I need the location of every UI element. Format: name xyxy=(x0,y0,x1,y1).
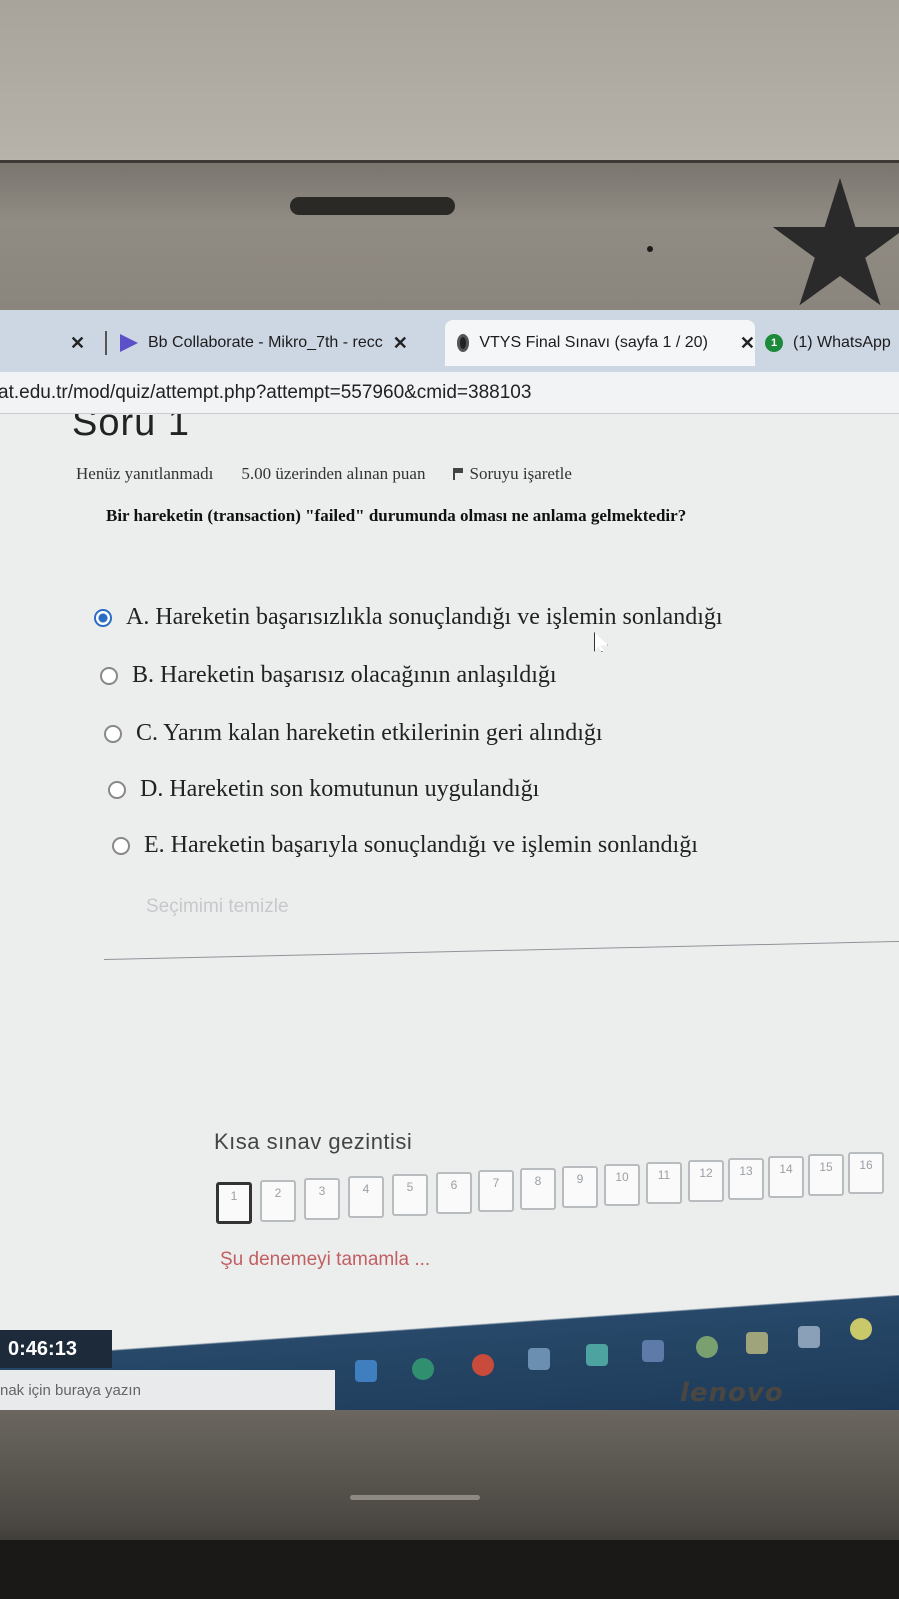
edge-icon[interactable] xyxy=(412,1358,434,1380)
network-icon[interactable] xyxy=(798,1326,820,1348)
nav-question-12[interactable]: 12 xyxy=(688,1160,724,1202)
nav-question-3[interactable]: 3 xyxy=(304,1178,340,1220)
question-info: Henüz yanıtlanmadı 5.00 üzerinden alınan… xyxy=(76,464,572,484)
tab-whatsapp[interactable]: 1 (1) WhatsApp xyxy=(765,320,899,366)
notification-icon[interactable] xyxy=(850,1318,872,1340)
answer-label: C. Yarım kalan hareketin etkilerinin ger… xyxy=(136,720,603,746)
tab-vtys-final[interactable]: VTYS Final Sınavı (sayfa 1 / 20) ✕ xyxy=(445,320,755,366)
tab-previous[interactable]: ✕ xyxy=(70,320,120,366)
nav-question-14[interactable]: 14 xyxy=(768,1156,804,1198)
answer-option-a[interactable]: A. Hareketin başarısızlıkla sonuçlandığı… xyxy=(94,604,723,631)
close-icon[interactable]: ✕ xyxy=(740,333,755,354)
nav-question-9[interactable]: 9 xyxy=(562,1166,598,1208)
people-icon[interactable] xyxy=(696,1336,718,1358)
store-icon[interactable] xyxy=(528,1348,550,1370)
screen: ✕ Bb Collaborate - Mikro_7th - recc ✕ VT… xyxy=(0,310,899,1410)
keyboard-edge xyxy=(0,1540,899,1599)
lenovo-logo: lenovo xyxy=(680,1378,784,1408)
nav-question-10[interactable]: 10 xyxy=(604,1164,640,1206)
close-icon[interactable]: ✕ xyxy=(393,333,408,354)
question-text: Bir hareketin (transaction) "failed" dur… xyxy=(106,506,687,525)
moodle-icon xyxy=(457,334,470,352)
radio-button[interactable] xyxy=(100,666,118,685)
folder-icon[interactable] xyxy=(746,1332,768,1354)
clear-choice-link[interactable]: Seçimimi temizle xyxy=(146,896,289,918)
quiz-navigation-title: Kısa sınav gezintisi xyxy=(214,1129,413,1154)
laptop-lid xyxy=(0,160,899,310)
nav-question-6[interactable]: 6 xyxy=(436,1172,472,1214)
nav-question-13[interactable]: 13 xyxy=(728,1158,764,1200)
flag-question-button[interactable]: Soruyu işaretle xyxy=(453,464,572,484)
question-title: Soru 1 xyxy=(72,414,190,444)
tab-separator xyxy=(105,331,108,355)
answer-option-d[interactable]: D. Hareketin son komutunun uygulandığı xyxy=(108,776,539,803)
nav-question-7[interactable]: 7 xyxy=(478,1170,514,1212)
answer-label: A. Hareketin başarısızlıkla sonuçlandığı… xyxy=(126,604,723,630)
answer-option-b[interactable]: B. Hareketin başarısız olacağının anlaşı… xyxy=(100,662,557,689)
close-icon[interactable]: ✕ xyxy=(70,333,85,354)
flag-icon xyxy=(453,468,464,480)
radio-button[interactable] xyxy=(112,836,130,855)
monitor-icon[interactable] xyxy=(586,1344,608,1366)
taskbar-search-input[interactable]: nak için buraya yazın xyxy=(0,1370,335,1410)
flag-label: Soruyu işaretle xyxy=(469,464,572,483)
mouse-pointer-icon xyxy=(594,632,608,652)
nav-question-8[interactable]: 8 xyxy=(520,1168,556,1210)
background-wall xyxy=(0,0,899,165)
speaker-grill xyxy=(290,197,455,215)
whatsapp-icon: 1 xyxy=(765,334,783,352)
app-icon[interactable] xyxy=(642,1340,664,1362)
question-status: Henüz yanıtlanmadı xyxy=(76,464,214,483)
address-bar[interactable]: at.edu.tr/mod/quiz/attempt.php?attempt=5… xyxy=(0,372,899,414)
collaborate-icon xyxy=(120,334,138,352)
radio-button[interactable] xyxy=(94,608,112,627)
nav-question-2[interactable]: 2 xyxy=(260,1180,296,1222)
mail-icon[interactable] xyxy=(355,1360,377,1382)
laptop-bezel xyxy=(0,0,899,310)
answer-label: B. Hareketin başarısız olacağının anlaşı… xyxy=(132,662,557,688)
nav-question-11[interactable]: 11 xyxy=(646,1162,682,1204)
radio-button[interactable] xyxy=(104,724,122,743)
tab-label: Bb Collaborate - Mikro_7th - recc xyxy=(148,334,383,351)
tab-label: VTYS Final Sınavı (sayfa 1 / 20) xyxy=(479,334,708,351)
nav-question-4[interactable]: 4 xyxy=(348,1176,384,1218)
nav-question-15[interactable]: 15 xyxy=(808,1154,844,1196)
finish-attempt-link[interactable]: Şu denemeyi tamamla ... xyxy=(220,1249,430,1271)
nav-question-1[interactable]: 1 xyxy=(216,1182,252,1224)
hinge-slot xyxy=(350,1495,480,1500)
answer-option-c[interactable]: C. Yarım kalan hareketin etkilerinin ger… xyxy=(104,720,603,747)
divider xyxy=(103,940,899,960)
url-text[interactable]: at.edu.tr/mod/quiz/attempt.php?attempt=5… xyxy=(0,382,531,404)
nav-question-16[interactable]: 16 xyxy=(848,1152,884,1194)
radio-button[interactable] xyxy=(108,780,126,799)
quiz-timer: 0:46:13 xyxy=(0,1330,112,1368)
nav-question-5[interactable]: 5 xyxy=(392,1174,428,1216)
answer-label: E. Hareketin başarıyla sonuçlandığı ve i… xyxy=(144,832,698,858)
answer-option-e[interactable]: E. Hareketin başarıyla sonuçlandığı ve i… xyxy=(112,832,698,859)
tab-bar: ✕ Bb Collaborate - Mikro_7th - recc ✕ VT… xyxy=(0,310,899,372)
tab-label: (1) WhatsApp xyxy=(793,334,891,351)
question-points: 5.00 üzerinden alınan puan xyxy=(241,464,426,483)
tab-collaborate[interactable]: Bb Collaborate - Mikro_7th - recc ✕ xyxy=(120,320,430,366)
quiz-page: Soru 1 Henüz yanıtlanmadı 5.00 üzerinden… xyxy=(0,414,899,1410)
answer-label: D. Hareketin son komutunun uygulandığı xyxy=(140,776,540,802)
chrome-icon[interactable] xyxy=(472,1354,494,1376)
webcam xyxy=(647,246,653,252)
